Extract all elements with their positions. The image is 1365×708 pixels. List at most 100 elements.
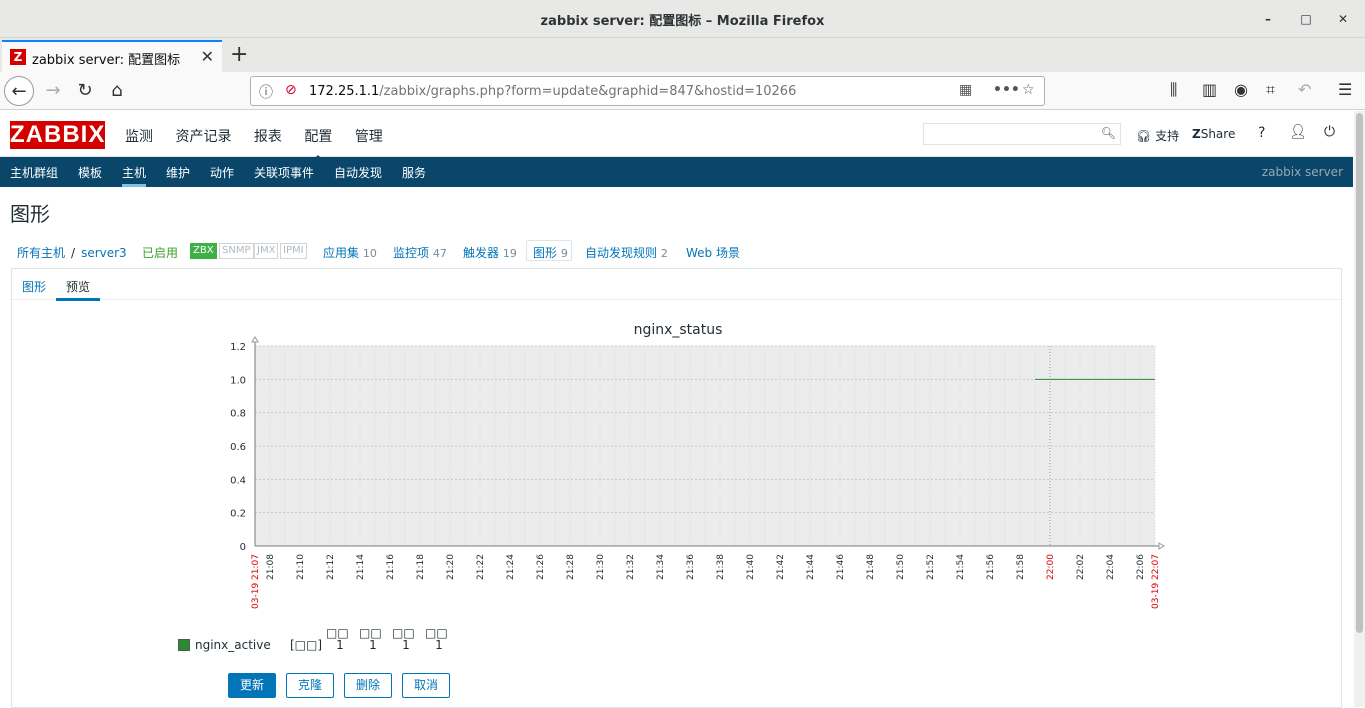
tab-strip: Z zabbix server: 配置图标 ✕ + (0, 38, 1365, 72)
menu-administration[interactable]: 管理 (355, 129, 383, 145)
link-items-label: 监控项 (393, 246, 430, 260)
x-tick-label: 21:08 (266, 554, 276, 580)
scrollbar-thumb[interactable] (1356, 113, 1363, 633)
x-tick-label: 21:58 (1016, 554, 1026, 580)
close-window-icon[interactable]: ✕ (1333, 9, 1353, 29)
x-end-label: 03-19 22:07 (1151, 554, 1161, 609)
menu-inventory[interactable]: 资产记录 (175, 129, 231, 145)
page-actions-icon[interactable]: ••• (993, 82, 1020, 98)
x-tick-label: 21:38 (716, 554, 726, 580)
library-icon[interactable]: ⫼ (1170, 80, 1177, 100)
submenu-hosts[interactable]: 主机 (122, 164, 147, 187)
reload-icon[interactable]: ↻ (70, 76, 100, 106)
x-tick-label: 21:46 (836, 554, 846, 580)
legend-value-2: 1 (369, 638, 377, 652)
y-tick-label: 0.4 (230, 475, 246, 486)
sub-menu: 主机群组 模板 主机 维护 动作 关联项事件 自动发现 服务 zabbix se… (0, 157, 1353, 187)
submenu-templates[interactable]: 模板 (78, 164, 102, 181)
y-tick-label: 1.0 (230, 375, 246, 386)
x-tick-label: 21:34 (656, 554, 666, 580)
page-scrollbar[interactable] (1354, 111, 1365, 707)
insecure-lock-icon[interactable]: ⊘ (285, 82, 297, 98)
breadcrumb-host[interactable]: server3 (81, 246, 127, 260)
share-link[interactable]: ZShare (1192, 127, 1235, 141)
x-tick-label: 21:42 (776, 554, 786, 580)
info-icon[interactable]: ⓘ (259, 82, 273, 102)
new-tab-icon[interactable]: + (230, 42, 248, 67)
chart-title: nginx_status (634, 322, 723, 338)
url-text[interactable]: 172.25.1.1/zabbix/graphs.php?form=update… (309, 84, 796, 99)
x-tick-label: 21:36 (686, 554, 696, 580)
snmp-availability-badge: SNMP (219, 243, 254, 259)
undo-icon[interactable]: ↶ (1298, 80, 1311, 99)
sidebar-icon[interactable]: ▥ (1202, 80, 1217, 99)
close-tab-icon[interactable]: ✕ (201, 47, 214, 66)
home-icon[interactable]: ⌂ (102, 76, 132, 106)
share-label: Share (1200, 127, 1236, 141)
user-profile-icon[interactable]: 👤︎ (1289, 124, 1307, 140)
link-web-scenarios[interactable]: Web 场景 (686, 244, 740, 261)
zabbix-logo[interactable]: ZABBIX (10, 121, 105, 149)
y-tick-label: 0.2 (230, 509, 246, 520)
forward-icon[interactable]: → (38, 76, 68, 106)
update-button[interactable]: 更新 (228, 673, 276, 698)
top-menu: 监测 资产记录 报表 配置 管理 (125, 126, 401, 146)
url-bar[interactable]: ⓘ ⊘ 172.25.1.1/zabbix/graphs.php?form=up… (250, 76, 1045, 106)
link-applications[interactable]: 应用集 10 (323, 244, 377, 261)
support-label: 支持 (1155, 129, 1180, 143)
menu-icon[interactable]: ☰ (1338, 80, 1352, 99)
y-axis-arrow (251, 336, 259, 343)
x-tick-label: 22:00 (1046, 554, 1056, 580)
account-icon[interactable]: ◉ (1234, 80, 1248, 99)
back-icon[interactable]: ← (4, 76, 34, 106)
link-items[interactable]: 监控项 47 (393, 244, 447, 261)
x-tick-label: 21:50 (896, 554, 906, 580)
jmx-availability-badge: JMX (254, 243, 279, 259)
x-tick-label: 21:48 (866, 554, 876, 580)
link-graphs[interactable]: 图形 9 (533, 244, 568, 261)
menu-monitoring[interactable]: 监测 (125, 129, 153, 145)
bookmark-star-icon[interactable]: ☆ (1022, 82, 1035, 98)
maximize-icon[interactable]: □ (1296, 9, 1316, 29)
tab-preview[interactable]: 预览 (55, 278, 101, 301)
host-status-enabled[interactable]: 已启用 (142, 244, 178, 261)
submenu-maintenance[interactable]: 维护 (166, 164, 190, 181)
navigation-toolbar: ← → ↻ ⌂ ⓘ ⊘ 172.25.1.1/zabbix/graphs.php… (0, 72, 1365, 110)
breadcrumb-all-hosts[interactable]: 所有主机 (17, 246, 65, 260)
browser-tab[interactable]: Z zabbix server: 配置图标 ✕ (2, 40, 222, 72)
x-tick-label: 21:16 (386, 554, 396, 580)
cancel-button[interactable]: 取消 (402, 673, 450, 698)
support-link[interactable]: 🎧︎ 支持 (1136, 127, 1179, 144)
zabbix-favicon-icon: Z (10, 49, 26, 65)
x-tick-label: 21:10 (296, 554, 306, 580)
clone-button[interactable]: 克隆 (286, 673, 334, 698)
submenu-event-correlation[interactable]: 关联项事件 (254, 164, 314, 181)
x-tick-label: 22:06 (1136, 554, 1146, 580)
search-input[interactable]: 🔍︎ (923, 123, 1121, 145)
x-start-label: 03-19 21:07 (251, 554, 261, 609)
submenu-discovery[interactable]: 自动发现 (334, 164, 382, 181)
x-tick-label: 21:22 (476, 554, 486, 580)
menu-configuration[interactable]: 配置 (304, 129, 332, 145)
legend-swatch (178, 639, 190, 651)
y-tick-label: 0 (240, 542, 246, 553)
submenu-services[interactable]: 服务 (402, 164, 426, 181)
link-triggers-label: 触发器 (463, 246, 500, 260)
tab-graph[interactable]: 图形 (22, 278, 46, 295)
sign-out-icon[interactable]: ⏻ (1324, 124, 1335, 140)
help-icon[interactable]: ? (1258, 125, 1265, 141)
search-icon[interactable]: 🔍︎ (1101, 126, 1116, 140)
x-tick-label: 21:18 (416, 554, 426, 580)
qr-code-icon[interactable]: ▦ (959, 82, 972, 98)
link-triggers[interactable]: 触发器 19 (463, 244, 517, 261)
screenshot-icon[interactable]: ⌗ (1266, 80, 1275, 100)
y-tick-label: 0.6 (230, 442, 246, 453)
submenu-host-groups[interactable]: 主机群组 (10, 164, 58, 181)
menu-reports[interactable]: 报表 (254, 129, 282, 145)
minimize-icon[interactable]: – (1258, 9, 1278, 29)
delete-button[interactable]: 删除 (344, 673, 392, 698)
legend-series-name: nginx_active (195, 638, 271, 652)
submenu-actions[interactable]: 动作 (210, 164, 234, 181)
x-tick-label: 21:56 (986, 554, 996, 580)
link-discovery-rules[interactable]: 自动发现规则 2 (585, 244, 668, 261)
